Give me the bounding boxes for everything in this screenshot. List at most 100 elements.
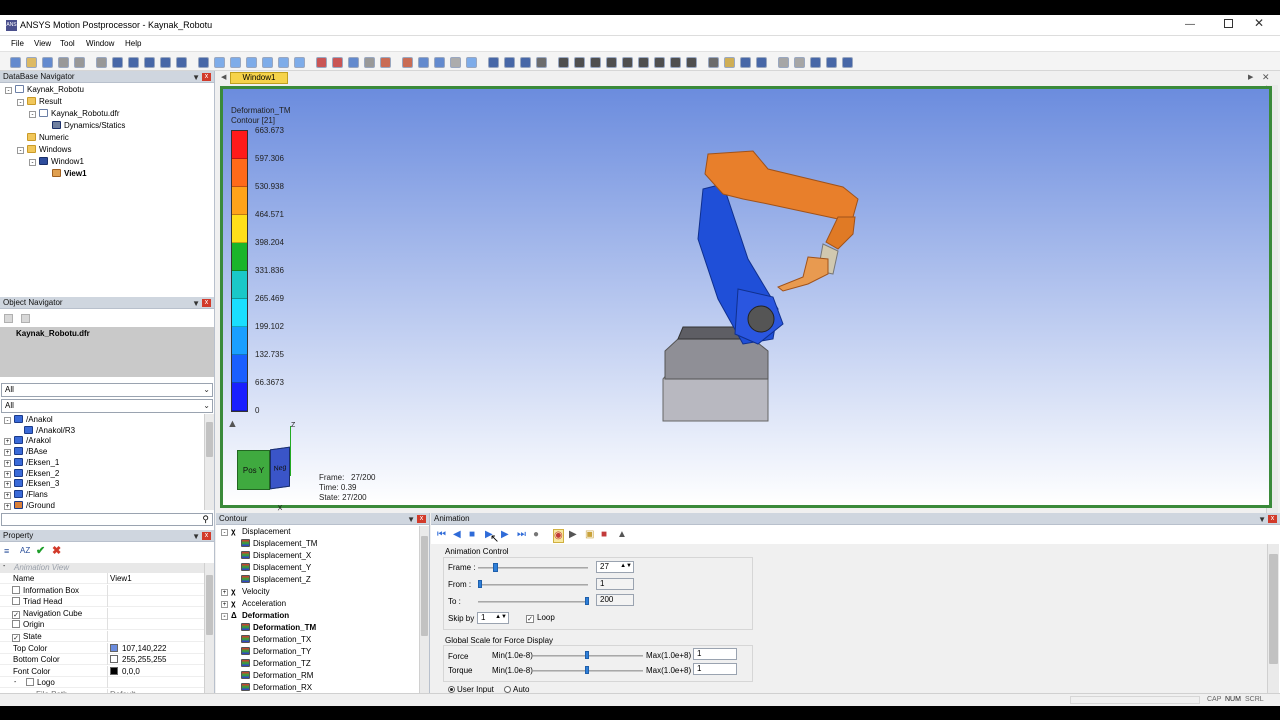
list-item[interactable]: /Anakol/R3 (24, 425, 75, 436)
layout-7-icon[interactable] (654, 57, 665, 68)
search-icon[interactable]: ⚲ (202, 514, 209, 525)
color-swatch-icon[interactable] (110, 666, 118, 675)
layout-2-icon[interactable] (574, 57, 585, 68)
open-icon[interactable] (26, 57, 37, 68)
object-filter-select-2[interactable]: All ⌄ (1, 399, 213, 413)
skip-spinbox[interactable]: 1 ▲▼ (477, 612, 509, 624)
tree-item-window1[interactable]: - Window1 (29, 156, 84, 167)
maximize-icon[interactable] (1224, 19, 1233, 28)
contour-tree-item[interactable]: Displacement_Z (241, 574, 311, 585)
color-swatch-icon[interactable] (110, 643, 118, 652)
torque-input[interactable]: 1 (693, 663, 737, 675)
scroll-thumb[interactable] (421, 536, 428, 636)
render-wire-icon[interactable] (348, 57, 359, 68)
frame-slider-thumb[interactable] (492, 563, 498, 572)
radio-unselected[interactable] (504, 686, 511, 693)
list-item[interactable]: + /Eksen_3 (4, 478, 59, 489)
property-row[interactable]: Origin (0, 619, 204, 631)
expand-icon[interactable]: - (4, 417, 11, 424)
record-icon[interactable] (536, 57, 547, 68)
window-2-icon[interactable] (794, 57, 805, 68)
close-icon[interactable]: ✕ (1254, 16, 1264, 30)
info-icon[interactable] (198, 57, 209, 68)
cube-face-pos-y[interactable]: Pos Y (237, 450, 270, 490)
property-row[interactable]: Name View1 (0, 573, 204, 584)
animation-scrollbar[interactable] (1267, 544, 1279, 693)
expand-icon[interactable]: + (4, 470, 11, 478)
undo-icon[interactable] (74, 57, 85, 68)
force-input[interactable]: 1 (693, 648, 737, 660)
play-icon[interactable] (504, 57, 515, 68)
tab-scroll-left-icon[interactable]: ◀ (221, 73, 226, 81)
contour-tree-item[interactable]: Deformation_TM (241, 622, 316, 633)
pan-icon[interactable] (176, 57, 187, 68)
from-slider-track[interactable] (478, 584, 588, 586)
contour-tree-item[interactable]: Displacement_X (241, 550, 311, 561)
contour-tree-item[interactable]: + χ Acceleration (221, 598, 286, 609)
checkbox-on[interactable]: ✓ (12, 610, 20, 619)
property-value[interactable]: View1 (110, 573, 132, 584)
expand-icon[interactable]: + (221, 589, 228, 596)
list-item[interactable]: + /Arakol (4, 435, 51, 446)
close-icon[interactable]: x (417, 515, 426, 523)
to-slider-track[interactable] (478, 601, 588, 603)
apply-check-icon[interactable]: ✔ (36, 544, 45, 557)
tree-item-windows[interactable]: - Windows (17, 144, 71, 155)
tree-item-numeric[interactable]: Numeric (27, 132, 69, 143)
view-front-icon[interactable] (230, 57, 241, 68)
property-value[interactable]: 107,140,222 (110, 643, 167, 654)
layout-4-icon[interactable] (606, 57, 617, 68)
property-scrollbar[interactable] (204, 563, 214, 693)
menu-file[interactable]: File (11, 39, 24, 48)
next-frame-icon[interactable]: ▶ (501, 529, 509, 541)
tree-item-dynamics[interactable]: Dynamics/Statics (52, 120, 125, 131)
close-icon[interactable]: x (202, 299, 211, 307)
menu-tool[interactable]: Tool (60, 39, 75, 48)
collapse-icon[interactable]: - (5, 87, 12, 94)
color-swatch-icon[interactable] (110, 655, 118, 664)
contour-tree-item[interactable]: - χ Displacement (221, 526, 290, 537)
to-slider-thumb[interactable] (585, 597, 589, 605)
expand-icon[interactable]: + (4, 481, 11, 489)
sort-alpha-icon[interactable]: AZ (20, 546, 30, 555)
navigation-cube[interactable]: Pos Y Neg X Z (237, 422, 297, 512)
pin-icon[interactable]: ▼ (192, 298, 200, 310)
display-settings-icon[interactable]: ▣ (585, 529, 594, 541)
checkbox-checked[interactable]: ✓ (526, 615, 534, 623)
print-icon[interactable] (58, 57, 69, 68)
property-row[interactable]: ✓ State (0, 631, 204, 642)
select-icon[interactable] (402, 57, 413, 68)
image-icon[interactable] (724, 57, 735, 68)
pin-icon[interactable]: ▼ (192, 72, 200, 84)
collapse-icon[interactable]: - (3, 563, 5, 570)
collapse-icon[interactable]: - (29, 159, 36, 166)
render-hidden-icon[interactable] (364, 57, 375, 68)
property-row[interactable]: - Logo (0, 677, 204, 689)
property-row[interactable]: Triad Head (0, 596, 204, 608)
render-solid-icon[interactable] (332, 57, 343, 68)
contour-tree-item[interactable]: Displacement_Y (241, 562, 311, 573)
close-icon[interactable]: x (1268, 515, 1277, 523)
rotate-icon[interactable] (160, 57, 171, 68)
spinner-icon[interactable]: ▲▼ (495, 612, 507, 622)
settings-icon[interactable] (842, 57, 853, 68)
property-row[interactable]: Information Box (0, 584, 204, 596)
radio-selected[interactable] (448, 686, 455, 693)
menu-window[interactable]: Window (86, 39, 114, 48)
collapse-icon[interactable]: - (17, 147, 24, 154)
user-icon[interactable] (708, 57, 719, 68)
minimize-icon[interactable]: — (1185, 19, 1195, 30)
cut-plane-icon[interactable] (434, 57, 445, 68)
window-3-icon[interactable] (810, 57, 821, 68)
list-item[interactable]: + /Eksen_1 (4, 457, 59, 468)
plot-icon[interactable] (756, 57, 767, 68)
force-display-icon[interactable]: ■ (601, 529, 607, 541)
pin-icon[interactable]: ▼ (192, 531, 200, 543)
measure-icon[interactable] (418, 57, 429, 68)
save-icon[interactable] (42, 57, 53, 68)
light-icon[interactable] (450, 57, 461, 68)
close-icon[interactable]: ✕ (1262, 72, 1270, 83)
torque-slider-thumb[interactable] (585, 666, 589, 674)
first-frame-icon[interactable]: ⏮ (437, 529, 446, 541)
checkbox-off[interactable] (12, 597, 20, 606)
